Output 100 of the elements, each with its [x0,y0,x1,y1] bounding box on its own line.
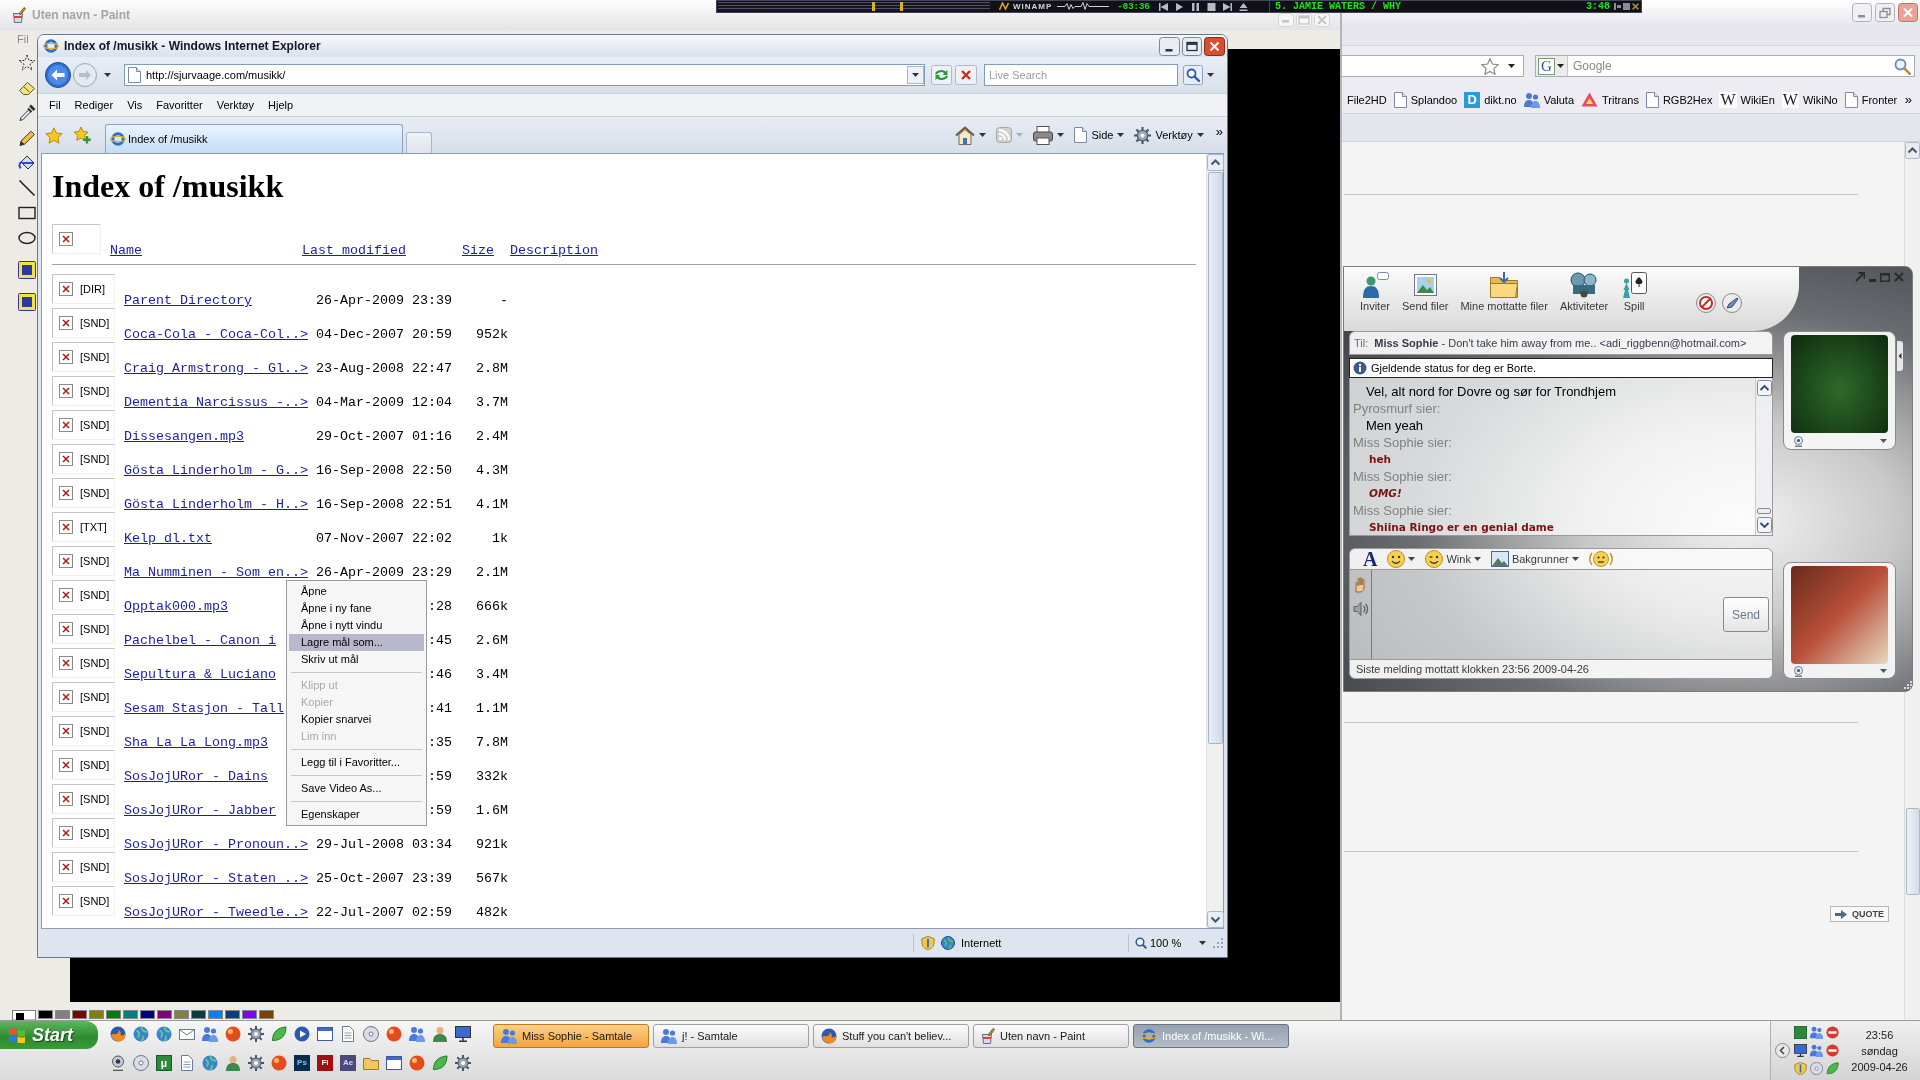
color-swatch-icon[interactable] [174,1010,189,1019]
bookmark-link[interactable]: W WikiNo [1781,91,1838,108]
dashed-star-icon[interactable] [18,54,36,72]
bookmark-link[interactable]: Fronter [1844,91,1898,108]
feed-icon[interactable] [996,127,1013,143]
list-toggle-icon[interactable] [1614,3,1621,10]
color-swatch-icon[interactable] [123,1010,138,1019]
context-menu-item[interactable]: Åpne i nytt vindu [289,617,424,634]
stop-button[interactable] [1206,2,1216,11]
start-button[interactable]: Start [0,1021,98,1049]
eraser-icon[interactable] [18,79,36,97]
caret-icon[interactable] [1880,439,1887,443]
bookmark-link[interactable]: W WikiEn [1719,91,1775,108]
context-menu-item[interactable]: Save Video As... [289,780,424,797]
window-icon[interactable] [386,1055,402,1071]
app-logo[interactable]: Ps [294,1055,310,1071]
color-swatch-icon[interactable] [140,1010,155,1019]
toolbar-button[interactable]: Spill [1620,272,1649,312]
search-field[interactable]: Google [1568,57,1894,75]
play-icon[interactable] [294,1026,310,1042]
file-link[interactable]: SosJojURor - Tweedle..> [124,906,308,919]
search-icon[interactable] [1894,57,1911,75]
send-button[interactable]: Send [1723,597,1769,632]
resize-grip-icon[interactable] [1212,937,1224,949]
ball-icon[interactable] [271,1055,287,1071]
context-menu-item[interactable]: Skriv ut mål [289,651,424,668]
restore-button[interactable] [1875,3,1895,22]
menu-item[interactable]: Vis [120,99,150,111]
toolbar-button[interactable]: Send filer [1401,272,1449,312]
file-link[interactable]: Coca-Cola - Coca-Col..> [124,328,308,341]
current-color-icon[interactable] [12,1010,36,1020]
file-link[interactable]: Gösta Linderholm - G..> [124,464,308,477]
caret-icon[interactable] [1207,73,1214,77]
expand-tray-button[interactable] [1775,1043,1790,1058]
previous-button[interactable] [1158,2,1168,11]
scroll-up-button[interactable] [1905,142,1920,159]
background-button[interactable]: Bakgrunner [1490,551,1579,567]
resize-grip-icon[interactable] [1903,680,1912,689]
speaker-icon[interactable] [1352,601,1369,617]
add-favorite-icon[interactable] [73,126,91,144]
line-icon[interactable] [18,179,36,197]
scroll-down-button[interactable] [1206,911,1224,928]
font-button[interactable]: A [1363,550,1378,568]
people-icon[interactable] [202,1026,218,1042]
eject-button[interactable] [1238,2,1248,11]
task-button[interactable]: Uten navn - Paint [973,1024,1129,1048]
task-button[interactable]: j! - Samtale [653,1024,809,1048]
column-header-link[interactable]: Name [110,244,302,257]
toolbar-button[interactable]: Inviter [1360,272,1390,312]
play-button[interactable] [1174,2,1184,11]
file-link[interactable]: SosJojURor - Pronoun..> [124,838,308,851]
star-icon[interactable] [1481,57,1499,75]
app-logo[interactable]: µ [156,1055,172,1071]
bookmark-link[interactable]: Tritrans [1581,92,1639,107]
refresh-button[interactable] [931,65,952,85]
shield-icon[interactable] [1794,1062,1807,1075]
gear-icon[interactable] [248,1055,264,1071]
scroll-down-button[interactable] [1756,517,1772,533]
toolbar-button[interactable]: Aktiviteter [1559,272,1609,312]
toolbar-button[interactable]: Mine mottatte filer [1460,272,1548,312]
color-swatch-icon[interactable] [38,1010,53,1019]
context-menu-item[interactable]: Åpne [289,583,424,600]
person-icon[interactable] [225,1055,241,1071]
search-field[interactable]: Live Search [984,64,1178,86]
printer-icon[interactable] [1033,125,1054,145]
monitor-icon[interactable] [455,1026,471,1042]
people-icon[interactable] [409,1026,425,1042]
menu-item[interactable]: Rediger [67,99,121,111]
scrollbar-thumb[interactable] [1905,808,1920,895]
webcam-icon[interactable] [1793,435,1804,447]
bookmark-link[interactable]: File2HD [1347,93,1387,106]
overflow-button[interactable]: » [1904,92,1912,107]
home-icon[interactable] [955,125,976,145]
favorites-star-icon[interactable] [45,126,63,144]
block-button[interactable] [1696,293,1717,313]
task-button[interactable]: Miss Sophie - Samtale [493,1024,649,1048]
menu-item[interactable]: Hjelp [261,99,301,111]
file-link[interactable]: Kelp_dl.txt [124,532,308,545]
search-button[interactable] [1183,65,1203,85]
globe-icon[interactable] [133,1026,149,1042]
app-logo[interactable]: Fl [317,1055,333,1071]
context-menu-item[interactable]: Legg til i Favoritter... [289,754,424,771]
file-link[interactable]: Gösta Linderholm - H..> [124,498,308,511]
back-button[interactable] [45,62,71,88]
color-swatch-icon[interactable] [89,1010,104,1019]
scroll-up-button[interactable] [1756,380,1772,396]
leaf-icon[interactable] [271,1026,287,1042]
bookmark-link[interactable]: Valuta [1523,91,1575,108]
dropdown-button[interactable] [907,66,924,84]
monitor-icon[interactable] [1794,1044,1807,1057]
menu-item[interactable]: Fil [42,99,68,111]
no-entry-icon[interactable] [1826,1044,1839,1057]
webcam-icon[interactable] [110,1055,126,1071]
document-icon[interactable] [179,1055,195,1071]
disc-icon[interactable] [1810,1062,1823,1075]
ball-icon[interactable] [225,1026,241,1042]
pencil-icon[interactable] [18,129,36,147]
sticky-note-icon[interactable] [18,293,36,311]
column-header-link[interactable]: Last modified [302,244,462,257]
bookmark-link[interactable]: D dikt.no [1464,91,1517,108]
